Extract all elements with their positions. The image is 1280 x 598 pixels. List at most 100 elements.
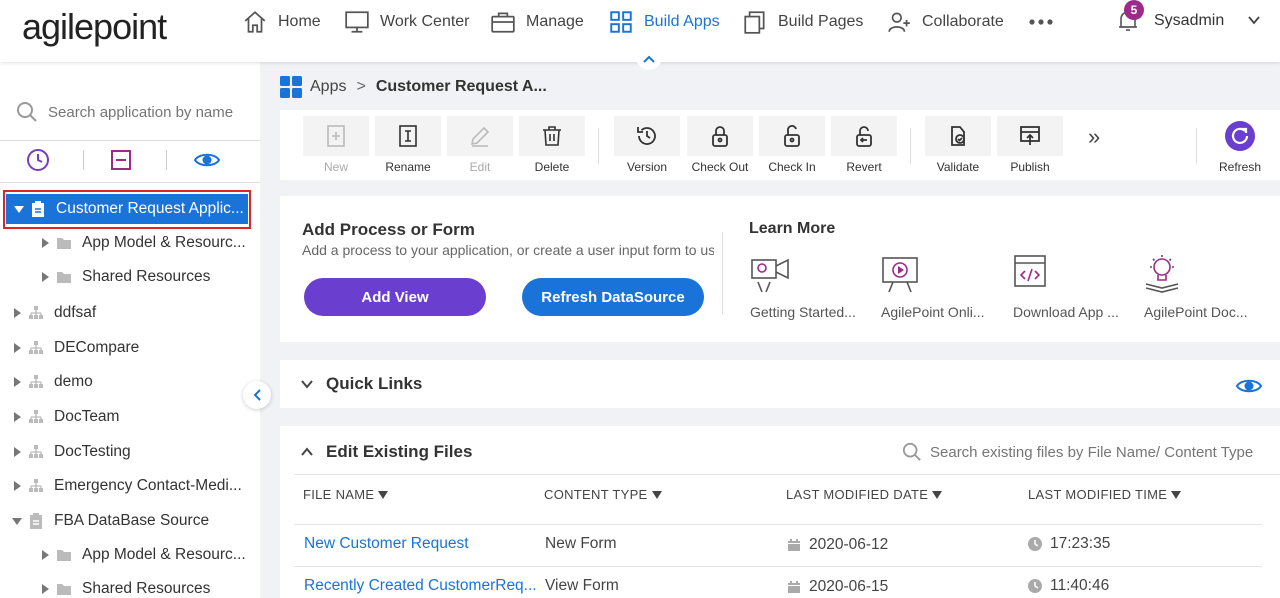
nav-build-pages[interactable]: Build Pages [742, 0, 863, 44]
chevron-down-icon[interactable] [1246, 12, 1262, 28]
sort-down-icon [932, 490, 943, 499]
folder-icon [57, 584, 71, 595]
tree-item-app-model[interactable]: App Model & Resourc... [0, 540, 258, 570]
column-header-last-modified-date[interactable]: LAST MODIFIED DATE [786, 487, 943, 502]
triangle-right-icon[interactable] [12, 412, 22, 422]
breadcrumb-apps[interactable]: Apps [310, 78, 346, 96]
triangle-right-icon[interactable] [12, 308, 22, 318]
app-hierarchy-icon [29, 410, 43, 423]
more-tools-button[interactable]: » [1088, 124, 1100, 150]
nav-manage-label: Manage [526, 13, 584, 30]
tree-item-emergency-contact[interactable]: Emergency Contact-Medi... [0, 471, 258, 501]
tree-item-shared-resources[interactable]: Shared Resources [0, 262, 258, 292]
tree-item-demo[interactable]: demo [0, 367, 258, 397]
learn-more-agilepoint-docs[interactable]: AgilePoint Doc... [1144, 254, 1254, 320]
add-view-button[interactable]: Add View [304, 278, 486, 316]
agilepoint-logo[interactable]: agilepoint [22, 6, 167, 48]
check-out-button[interactable]: Check Out [686, 116, 754, 174]
quick-links-panel: Quick Links [280, 360, 1280, 408]
triangle-right-icon[interactable] [12, 481, 22, 491]
learn-more-agilepoint-online[interactable]: AgilePoint Onli... [881, 254, 991, 320]
tree-item-label: ddfsaf [54, 304, 97, 321]
add-process-description: Add a process to your application, or cr… [302, 242, 714, 258]
tree-item-ddfsaf[interactable]: ddfsaf [0, 298, 258, 328]
chevron-left-icon [253, 389, 261, 401]
delete-button[interactable]: Delete [518, 116, 586, 174]
learn-more-download-app[interactable]: Download App ... [1013, 254, 1123, 320]
column-header-file-name[interactable]: FILE NAME [303, 487, 389, 502]
triangle-right-icon[interactable] [12, 343, 22, 353]
pencil-icon [470, 126, 490, 147]
apps-grid-icon [610, 11, 632, 33]
version-button[interactable]: Version [613, 116, 681, 174]
app-hierarchy-icon [29, 479, 43, 492]
column-label: LAST MODIFIED TIME [1028, 487, 1168, 502]
nav-manage[interactable]: Manage [490, 0, 584, 44]
folder-icon [57, 238, 71, 249]
nav-home[interactable]: Home [242, 0, 321, 44]
edit-files-toggle[interactable]: Edit Existing Files [300, 442, 472, 462]
refresh-datasource-button[interactable]: Refresh DataSource [522, 278, 704, 316]
quick-links-toggle[interactable]: Quick Links [300, 374, 422, 394]
divider [294, 474, 1280, 475]
revert-button[interactable]: Revert [830, 116, 898, 174]
column-header-last-modified-time[interactable]: LAST MODIFIED TIME [1028, 487, 1182, 502]
app-search-input[interactable] [48, 103, 248, 121]
collapse-header-button[interactable] [636, 48, 662, 70]
publish-button[interactable]: Publish [996, 116, 1064, 174]
tree-item-customer-request[interactable]: Customer Request Applic... [6, 194, 248, 224]
triangle-right-icon[interactable] [12, 447, 22, 457]
triangle-down-icon[interactable] [14, 204, 24, 214]
new-button[interactable]: New [302, 116, 370, 174]
tree-item-decompare[interactable]: DECompare [0, 333, 258, 363]
triangle-right-icon[interactable] [40, 272, 50, 282]
view-filter-button[interactable] [194, 148, 220, 172]
collapse-sidebar-button[interactable] [243, 381, 271, 409]
rename-button[interactable]: Rename [374, 116, 442, 174]
tree-item-fba-database-source[interactable]: FBA DataBase Source [0, 506, 258, 536]
triangle-right-icon[interactable] [40, 584, 50, 594]
validate-button[interactable]: Validate [924, 116, 992, 174]
file-search-input[interactable] [930, 443, 1270, 461]
column-header-content-type[interactable]: CONTENT TYPE [544, 487, 662, 502]
new-label: New [323, 160, 348, 174]
app-hierarchy-icon [29, 375, 43, 388]
recent-filter-button[interactable] [25, 148, 51, 172]
nav-collaborate[interactable]: Collaborate [886, 0, 1004, 44]
tree-item-app-model[interactable]: App Model & Resourc... [0, 228, 258, 258]
learn-more-getting-started[interactable]: Getting Started... [750, 254, 860, 320]
column-label: FILE NAME [303, 487, 375, 502]
file-name-link[interactable]: Recently Created CustomerReq... [304, 577, 537, 595]
presentation-icon [882, 257, 918, 293]
eye-icon[interactable] [1236, 377, 1262, 395]
nav-build-apps[interactable]: Build Apps [608, 0, 720, 44]
tree-item-docteam[interactable]: DocTeam [0, 402, 258, 432]
file-name-link[interactable]: New Customer Request [304, 535, 469, 553]
revert-icon [856, 126, 872, 147]
check-in-button[interactable]: Check In [758, 116, 826, 174]
file-modified-time: 17:23:35 [1028, 535, 1110, 553]
triangle-right-icon[interactable] [12, 377, 22, 387]
tree-item-doctesting[interactable]: DocTesting [0, 437, 258, 467]
notification-badge: 5 [1124, 0, 1144, 20]
app-toolbar: New Rename Edit Delete Version Check Out… [280, 110, 1280, 180]
edit-existing-files-panel: Edit Existing Files [280, 426, 1280, 598]
nav-home-label: Home [278, 13, 321, 30]
nav-more-menu[interactable] [1028, 0, 1054, 44]
checked-out-filter-button[interactable] [108, 148, 134, 172]
triangle-right-icon[interactable] [40, 550, 50, 560]
tree-item-shared-resources[interactable]: Shared Resources [0, 574, 258, 598]
triangle-down-icon[interactable] [12, 516, 22, 526]
user-name[interactable]: Sysadmin [1154, 12, 1224, 30]
quick-links-title: Quick Links [326, 374, 423, 393]
edit-files-title: Edit Existing Files [326, 442, 473, 461]
triangle-right-icon[interactable] [40, 238, 50, 248]
lock-icon [712, 126, 728, 147]
refresh-button[interactable]: Refresh [1206, 116, 1274, 174]
learn-more-label: Download App ... [1013, 304, 1119, 320]
edit-button[interactable]: Edit [446, 116, 514, 174]
chevron-down-icon [301, 380, 313, 389]
file-content-type: View Form [545, 577, 619, 594]
divider [722, 232, 723, 314]
nav-work-center[interactable]: Work Center [344, 0, 470, 44]
